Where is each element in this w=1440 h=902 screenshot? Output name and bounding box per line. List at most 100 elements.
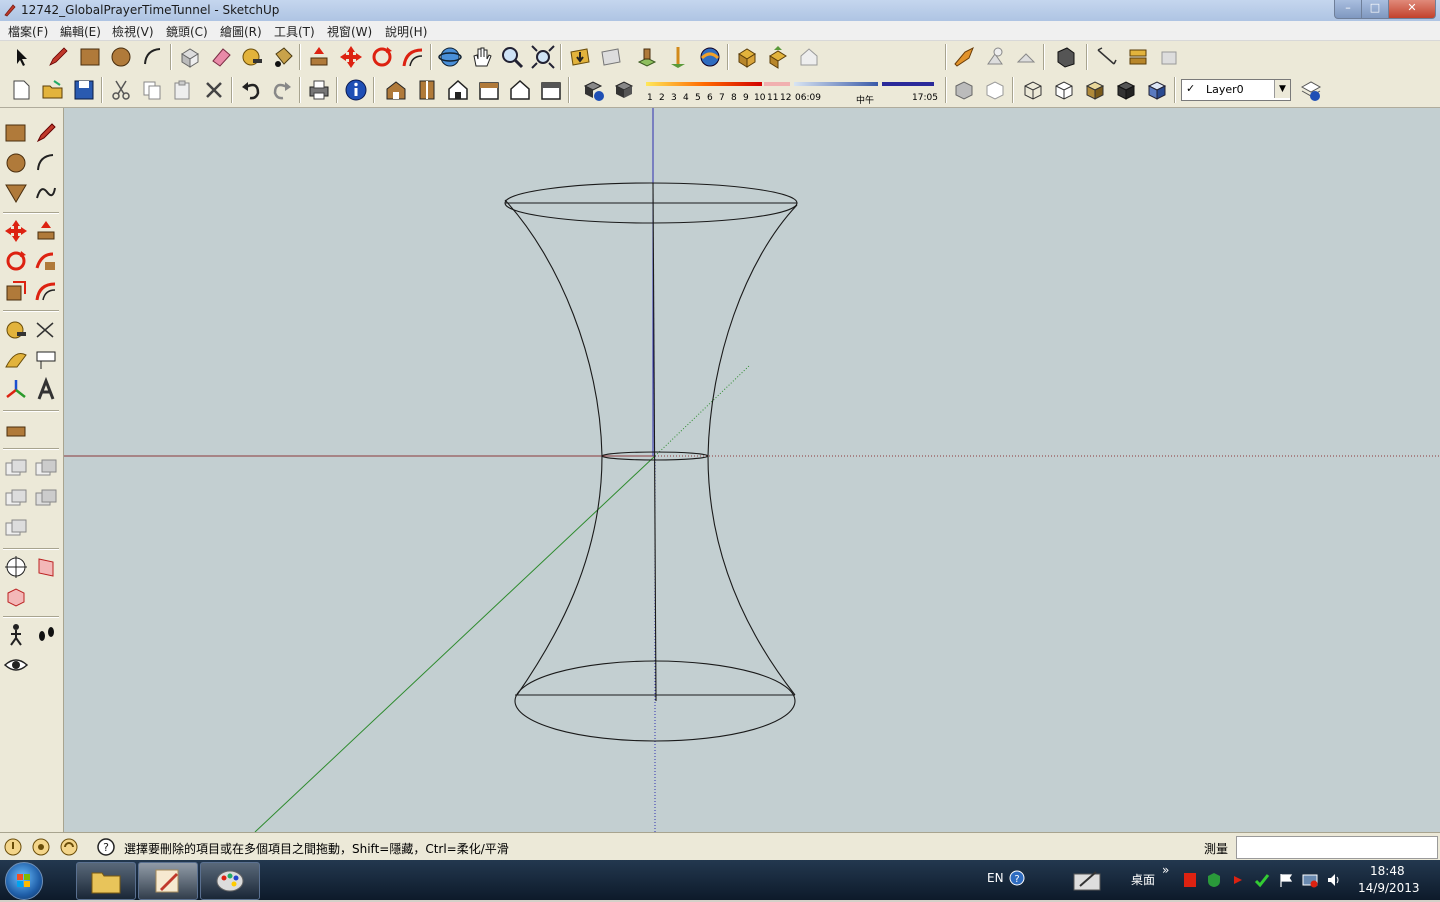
zoom-tool-button[interactable] [499,44,525,70]
eraser-tool-button[interactable] [208,44,234,70]
position-camera-button[interactable] [3,554,29,580]
left-view-button[interactable] [538,77,564,103]
footprints-button[interactable] [33,622,59,648]
zoom-window-button[interactable] [33,485,59,511]
print-button[interactable] [306,77,332,103]
menu-draw[interactable]: 繪圖(R) [220,23,262,40]
push-pull-button[interactable] [306,44,332,70]
tablet-input-icon[interactable] [1072,868,1104,892]
layer-manager-button[interactable] [1298,77,1324,103]
minimize-button[interactable]: – [1334,0,1362,19]
geo-location-icon[interactable] [4,838,22,856]
iso-view-button[interactable] [383,77,409,103]
add-location-button[interactable] [665,44,691,70]
undo-button[interactable] [238,77,264,103]
make-component-button[interactable] [177,44,203,70]
user-account-icon[interactable] [60,838,78,856]
sandbox-drape-button[interactable] [1013,44,1039,70]
photo-textures-button[interactable] [697,44,723,70]
rectangle-tool-button[interactable] [3,120,29,146]
pdf-tray-icon[interactable] [1182,872,1198,888]
tape-measure-button[interactable] [239,44,265,70]
back-view-button[interactable] [507,77,533,103]
xray-button[interactable] [951,77,977,103]
arc-tool-button[interactable] [33,150,59,176]
section-display-button[interactable] [3,584,29,610]
zoom-extents-button[interactable] [530,44,556,70]
taskbar-paint[interactable] [200,862,260,900]
start-button[interactable] [5,862,43,900]
volume-icon[interactable] [1326,872,1342,888]
axes-tool-button[interactable] [3,377,29,403]
menu-help[interactable]: 說明(H) [385,23,427,40]
measurements-input[interactable] [1236,836,1438,859]
sandbox-from-contours-button[interactable] [734,44,760,70]
text-tool-button[interactable] [33,347,59,373]
protractor-button[interactable] [3,347,29,373]
layers-button[interactable] [1156,44,1182,70]
offset-tool-button[interactable] [33,278,59,304]
instructor-help-icon[interactable]: ? [97,838,115,856]
display-shadows-button[interactable] [611,77,637,103]
rotate-tool-button[interactable] [3,248,29,274]
save-file-button[interactable] [71,77,97,103]
wireframe-button[interactable] [1020,77,1046,103]
shaded-button[interactable] [1082,77,1108,103]
delete-button[interactable] [201,77,227,103]
orbit-view-button[interactable] [3,455,29,481]
network-icon[interactable] [1302,872,1318,888]
input-language[interactable]: EN [987,871,1004,885]
sandbox-stamp-button[interactable] [982,44,1008,70]
move-tool-button[interactable] [3,218,29,244]
copy-button[interactable] [139,77,165,103]
clock-date[interactable]: 14/9/2013 [1358,881,1420,895]
redo-button[interactable] [269,77,295,103]
hidden-line-button[interactable] [1051,77,1077,103]
back-edges-button[interactable] [982,77,1008,103]
follow-me-button[interactable] [400,44,426,70]
menu-view[interactable]: 檢視(V) [112,23,154,40]
toolbar-overflow-chevron[interactable]: » [1162,863,1169,877]
pan-view-button[interactable] [33,455,59,481]
orbit-tool-button[interactable] [437,44,463,70]
menu-window[interactable]: 視窗(W) [327,23,372,40]
security-tray-icon[interactable] [1206,872,1222,888]
chevron-down-icon[interactable]: ▼ [1274,80,1290,98]
monochrome-button[interactable] [1144,77,1170,103]
select-tool-button[interactable] [8,44,34,70]
dimension-tool-button[interactable] [33,317,59,343]
pencil-tool-button[interactable] [33,120,59,146]
rectangle-tool-button[interactable] [77,44,103,70]
layer-dropdown[interactable]: ✓ Layer0 ▼ [1181,79,1291,101]
previous-view-button[interactable] [3,515,29,541]
tape-measure-button[interactable] [3,317,29,343]
freehand-tool-button[interactable] [33,180,59,206]
polygon-tool-button[interactable] [3,180,29,206]
section-plane-button[interactable] [1053,44,1079,70]
close-button[interactable]: ✕ [1388,0,1436,19]
text-label-button[interactable] [1125,44,1151,70]
circle-tool-button[interactable] [108,44,134,70]
look-around-button[interactable] [3,652,29,678]
help-icon[interactable]: ? [1009,870,1025,886]
dimension-button[interactable] [1094,44,1120,70]
right-view-button[interactable] [476,77,502,103]
arc-tool-button[interactable] [140,44,166,70]
share-model-button[interactable] [598,44,624,70]
update-tray-icon[interactable] [1254,872,1270,888]
taskbar-explorer[interactable] [76,862,136,900]
shaded-textures-button[interactable] [1113,77,1139,103]
front-view-button[interactable] [445,77,471,103]
place-model-button[interactable] [634,44,660,70]
menu-camera[interactable]: 鏡頭(C) [166,23,208,40]
new-file-button[interactable] [8,77,34,103]
warehouse-button[interactable] [796,44,822,70]
upload-component-button[interactable] [765,44,791,70]
rotate-tool-button[interactable] [369,44,395,70]
zoom-view-button[interactable] [3,485,29,511]
taskbar-sketchup[interactable] [138,862,198,900]
desktop-toolbar-label[interactable]: 桌面 [1131,871,1155,888]
circle-tool-button[interactable] [3,150,29,176]
scale-tool-button[interactable] [3,278,29,304]
model-canvas[interactable] [64,108,1440,832]
